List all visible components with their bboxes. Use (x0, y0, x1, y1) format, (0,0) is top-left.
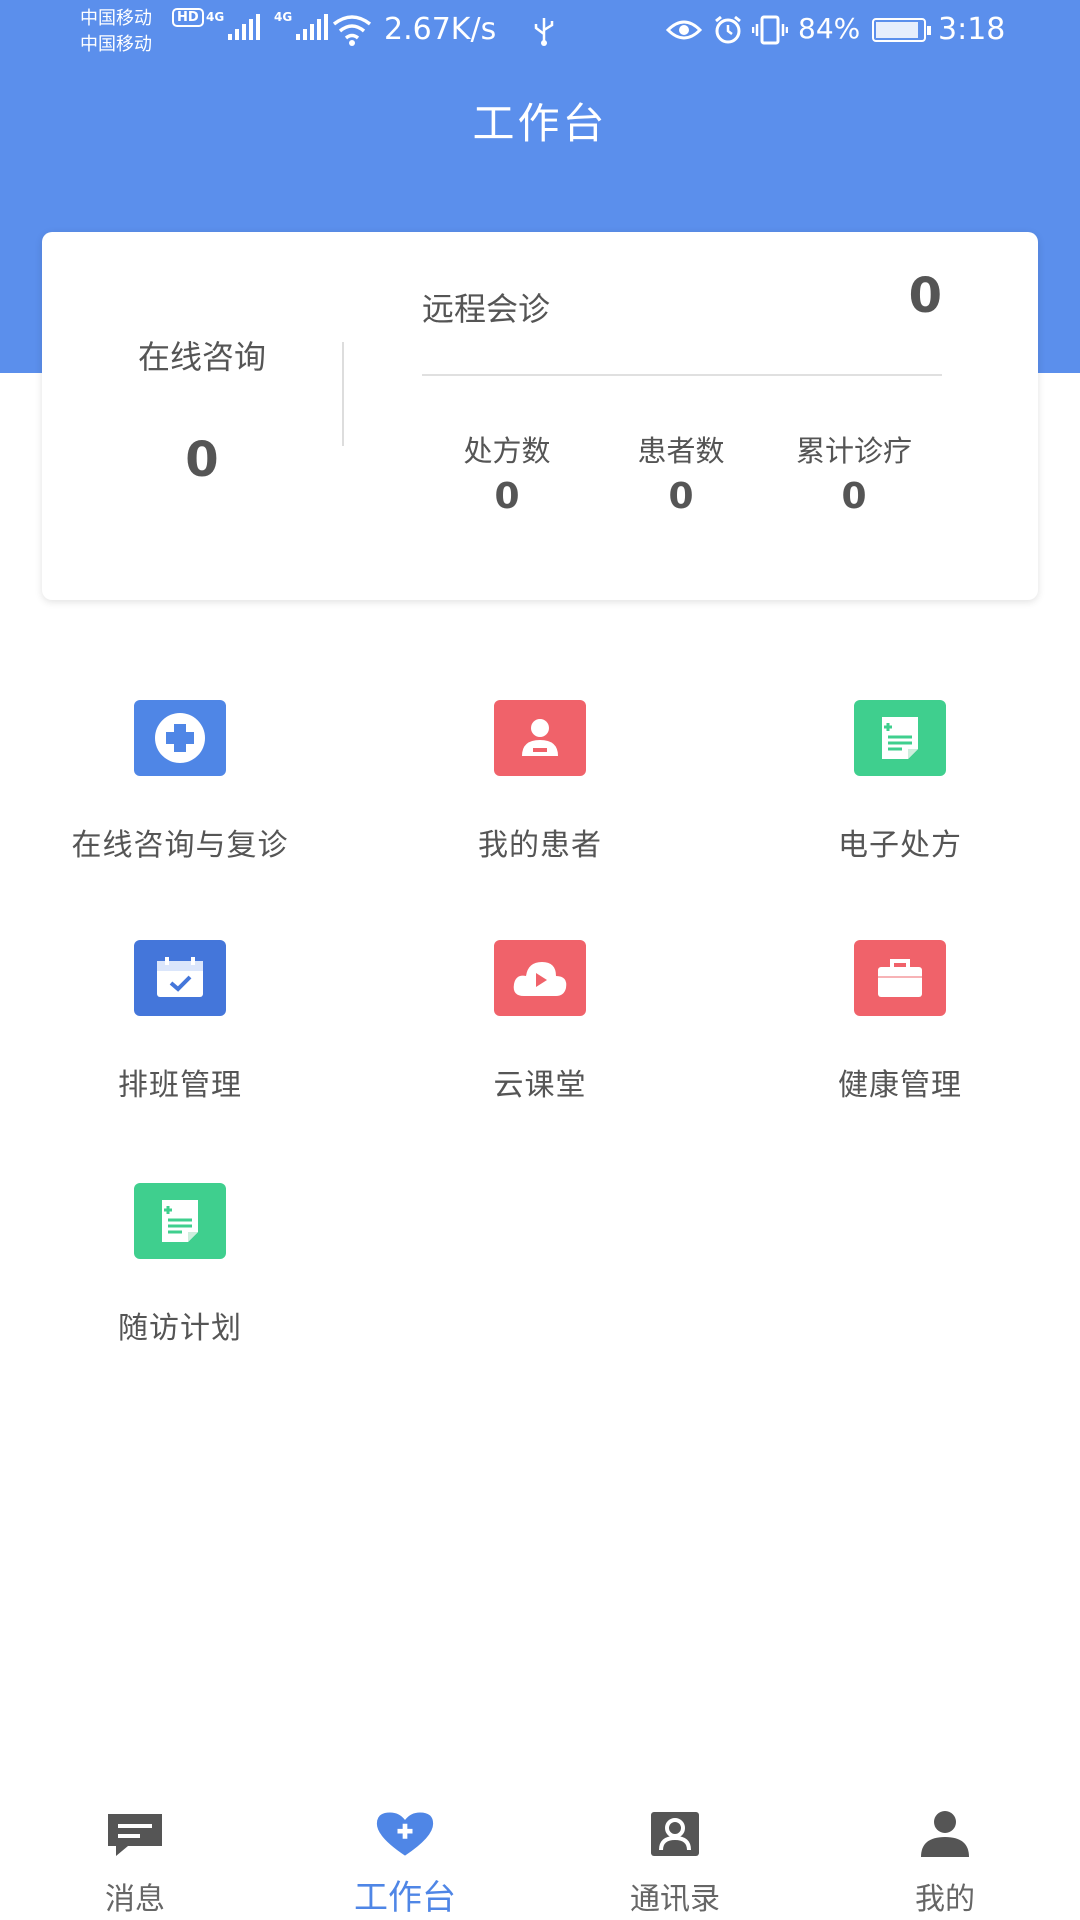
total-treatments-label: 累计诊疗 (795, 434, 912, 468)
menu-label: 随访计划 (118, 1311, 242, 1346)
menu-health-management[interactable]: 健康管理 (720, 940, 1080, 1140)
vibrate-icon (752, 15, 788, 45)
signal-icon-1: 4G (206, 10, 260, 40)
online-consult-label[interactable]: 在线咨询 (42, 332, 362, 378)
carrier-names: 中国移动 中国移动 (80, 6, 152, 58)
status-bar: 中国移动 中国移动 HD 4G 4G 2.67K/s 84% 3:18 (0, 0, 1080, 62)
user-icon (915, 1808, 975, 1860)
medical-cross-icon (134, 700, 226, 776)
patient-icon (494, 700, 586, 776)
vertical-divider (342, 342, 344, 446)
tab-contacts-label: 通讯录 (630, 1882, 720, 1917)
cloud-play-icon (494, 940, 586, 1016)
menu-online-consult[interactable]: 在线咨询与复诊 (0, 700, 360, 900)
heart-plus-icon (375, 1808, 435, 1860)
page-title: 工作台 (472, 99, 608, 148)
prescription-icon (854, 700, 946, 776)
hd-badge: HD (172, 8, 204, 27)
menu-label: 电子处方 (838, 828, 962, 863)
usb-icon (534, 18, 554, 46)
eye-icon (666, 20, 702, 40)
followup-plan-icon (134, 1183, 226, 1259)
patients-label: 患者数 (637, 434, 725, 468)
message-icon (105, 1808, 165, 1860)
tab-messages[interactable]: 消息 (0, 1790, 270, 1920)
battery-icon (872, 18, 931, 42)
menu-label: 我的患者 (478, 828, 602, 863)
online-consult-value[interactable]: 0 (42, 432, 362, 488)
menu-label: 排班管理 (118, 1068, 242, 1103)
total-treatments-value: 0 (841, 476, 867, 517)
battery-percent: 84% (798, 12, 861, 45)
remote-consult-value[interactable]: 0 (909, 268, 942, 324)
contacts-icon (645, 1808, 705, 1860)
prescriptions-label: 处方数 (463, 434, 551, 468)
horizontal-divider (422, 374, 942, 376)
carrier-1: 中国移动 (80, 8, 152, 29)
tab-mine-label: 我的 (915, 1882, 975, 1917)
prescriptions-stat[interactable]: 处方数 0 (417, 428, 597, 517)
patients-stat[interactable]: 患者数 0 (591, 428, 771, 517)
briefcase-icon (854, 940, 946, 1016)
total-treatments-stat[interactable]: 累计诊疗 0 (764, 428, 944, 517)
menu-label: 健康管理 (838, 1068, 962, 1103)
wifi-icon (332, 15, 372, 46)
prescriptions-value: 0 (494, 476, 520, 517)
menu-e-prescription[interactable]: 电子处方 (720, 700, 1080, 900)
menu-followup-plan[interactable]: 随访计划 (0, 1183, 360, 1383)
menu-cloud-class[interactable]: 云课堂 (360, 940, 720, 1140)
menu-my-patients[interactable]: 我的患者 (360, 700, 720, 900)
patients-value: 0 (668, 476, 694, 517)
alarm-icon (715, 15, 741, 44)
menu-label: 云课堂 (493, 1068, 587, 1103)
menu-label: 在线咨询与复诊 (71, 828, 289, 863)
tab-mine[interactable]: 我的 (810, 1790, 1080, 1920)
network-type-1: 4G (206, 10, 225, 24)
stats-card: 在线咨询 0 远程会诊 0 处方数 0 患者数 0 累计诊疗 0 (42, 232, 1038, 600)
calendar-icon (134, 940, 226, 1016)
menu-scheduling[interactable]: 排班管理 (0, 940, 360, 1140)
network-speed: 2.67K/s (384, 12, 497, 47)
carrier-2: 中国移动 (80, 34, 152, 55)
tab-messages-label: 消息 (105, 1882, 165, 1917)
remote-consult-label[interactable]: 远程会诊 (422, 284, 550, 330)
tab-contacts[interactable]: 通讯录 (540, 1790, 810, 1920)
tab-workbench-label: 工作台 (354, 1878, 456, 1918)
signal-icon-2: 4G (274, 10, 328, 40)
tab-workbench[interactable]: 工作台 (270, 1790, 540, 1920)
network-type-2: 4G (274, 10, 293, 24)
clock-time: 3:18 (938, 12, 1006, 47)
bottom-navigation: 消息 工作台 通讯录 我的 (0, 1790, 1080, 1920)
